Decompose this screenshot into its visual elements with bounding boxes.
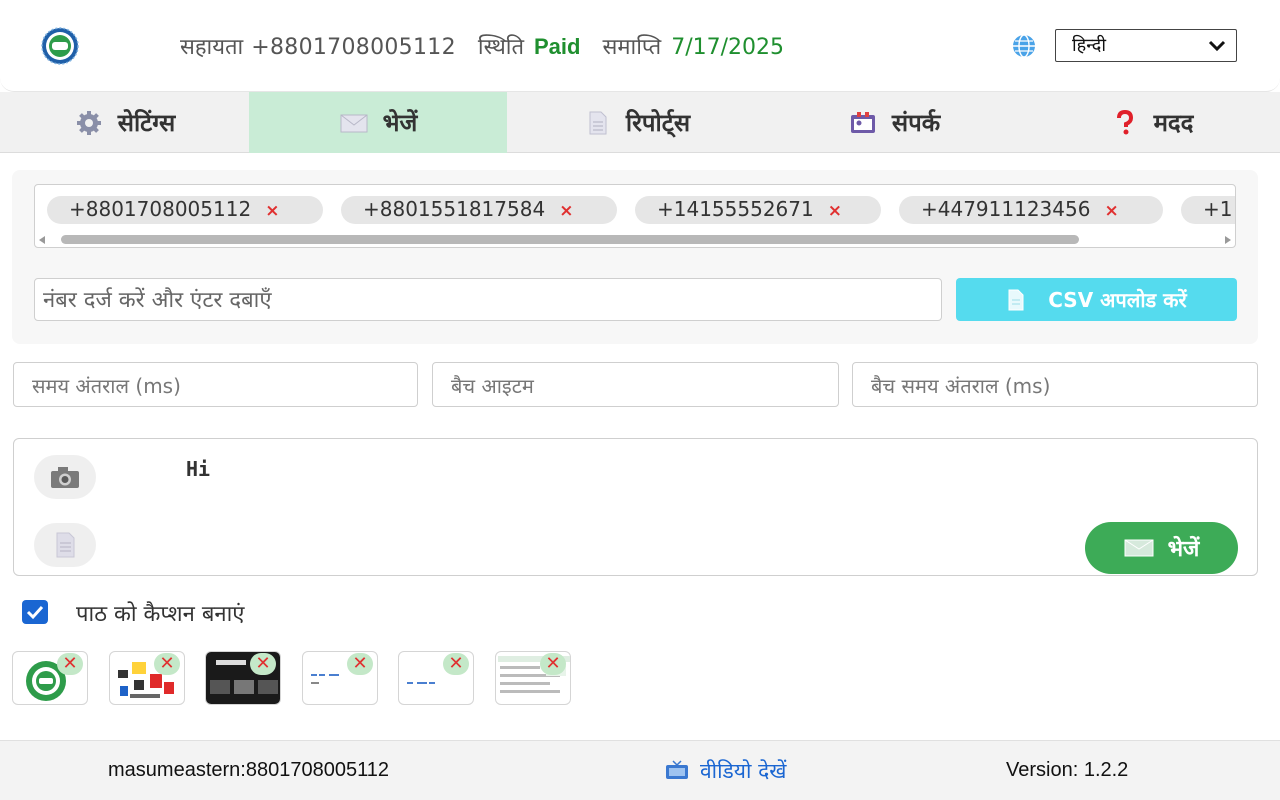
number-chip: +8801708005112 × [47, 196, 323, 224]
remove-chip-icon[interactable]: × [1104, 201, 1118, 221]
number-chip-list: +8801708005112 × +8801551817584 × +1415555… [34, 184, 1236, 248]
scroll-right-arrow-icon[interactable] [1225, 236, 1231, 244]
tab-contacts-label: संपर्क [891, 109, 941, 137]
numbers-panel: +8801708005112 × +8801551817584 × +1415555… [12, 170, 1258, 344]
tab-settings[interactable]: सेटिंग्स [0, 92, 249, 153]
attach-image-button[interactable] [34, 455, 96, 499]
header: सहायता +8801708005112 स्थिति Paid समाप्ति 7/1… [0, 0, 1280, 92]
tv-icon [666, 760, 688, 779]
chevron-down-icon [1208, 40, 1226, 52]
remove-attachment-icon[interactable]: ✕ [154, 653, 180, 675]
document-icon [589, 111, 607, 134]
number-chip-label: +8801708005112 [69, 197, 252, 221]
user-account: masumeastern:8801708005112 [108, 759, 389, 781]
send-button[interactable]: भेजें [1085, 522, 1238, 574]
gear-icon [76, 110, 101, 135]
document-icon [56, 532, 75, 558]
main-tabs: सेटिंग्स भेजें रिपोर्ट्स संपर्क मदद [0, 92, 1280, 153]
scrollbar-thumb[interactable] [61, 235, 1079, 244]
remove-attachment-icon[interactable]: ✕ [540, 653, 566, 675]
remove-chip-icon[interactable]: × [828, 201, 842, 221]
remove-attachment-icon[interactable]: ✕ [250, 653, 276, 675]
camera-icon [51, 467, 79, 488]
support-phone: +8801708005112 [251, 35, 456, 60]
tab-reports[interactable]: रिपोर्ट्स [507, 92, 765, 153]
horizontal-scrollbar[interactable] [35, 232, 1235, 247]
number-chip: +447911123456 × [899, 196, 1163, 224]
message-textarea[interactable]: Hi [186, 457, 210, 481]
remove-attachment-icon[interactable]: ✕ [443, 653, 469, 675]
version-label: Version: 1.2.2 [1006, 759, 1129, 781]
checkmark-icon [26, 605, 44, 620]
logo-emblem-icon [41, 27, 79, 65]
number-chip: +1 [1181, 196, 1235, 224]
envelope-icon [340, 114, 368, 132]
tab-send-label: भेजें [382, 109, 418, 137]
question-icon [1116, 109, 1133, 134]
caption-checkbox-label[interactable]: पाठ को कैप्शन बनाएं [76, 598, 244, 628]
expiry-date: 7/17/2025 [671, 35, 785, 60]
csv-upload-button[interactable]: CSV अपलोड करें [956, 278, 1237, 321]
caption-checkbox[interactable] [22, 600, 48, 624]
tab-contacts[interactable]: संपर्क [765, 92, 1023, 153]
remove-attachment-icon[interactable]: ✕ [57, 653, 83, 675]
globe-icon [1013, 34, 1035, 58]
tab-reports-label: रिपोर्ट्स [625, 109, 691, 137]
tab-send[interactable]: भेजें [249, 92, 507, 153]
status-badge: Paid [534, 34, 581, 59]
number-chip-label: +1 [1203, 197, 1233, 221]
footer: masumeastern:8801708005112 वीडियो देखें … [0, 740, 1280, 800]
csv-upload-label: CSV अपलोड करें [1048, 288, 1187, 312]
number-chip: +8801551817584 × [341, 196, 617, 224]
message-composer: Hi भेजें [13, 438, 1258, 576]
time-interval-input[interactable]: समय अंतराल (ms) [13, 362, 418, 407]
language-select[interactable]: हिन्दी [1055, 29, 1237, 62]
support-info: सहायता +8801708005112 स्थिति Paid समाप्ति 7/1… [180, 31, 784, 61]
remove-chip-icon[interactable]: × [265, 201, 279, 221]
attachment-thumbnail[interactable]: ✕ [302, 651, 378, 705]
tab-help-label: मदद [1153, 109, 1194, 137]
attach-document-button[interactable] [34, 523, 96, 567]
attachment-thumbnail[interactable]: ✕ [12, 651, 88, 705]
batch-items-input[interactable]: बैच आइटम [432, 362, 839, 407]
remove-chip-icon[interactable]: × [559, 201, 573, 221]
file-icon [1008, 289, 1024, 310]
number-chip-label: +8801551817584 [363, 197, 546, 221]
envelope-icon [1124, 539, 1154, 557]
support-label: सहायता [180, 35, 244, 60]
number-chip-label: +14155552671 [657, 197, 814, 221]
expiry-label: समाप्ति [602, 35, 662, 60]
watch-video-link[interactable]: वीडियो देखें [664, 757, 786, 785]
attachment-thumbnail[interactable]: ✕ [205, 651, 281, 705]
contact-card-icon [850, 111, 875, 133]
attachment-thumbnail[interactable]: ✕ [398, 651, 474, 705]
batch-interval-input[interactable]: बैच समय अंतराल (ms) [852, 362, 1258, 407]
number-chip: +14155552671 × [635, 196, 881, 224]
watch-video-label: वीडियो देखें [700, 759, 787, 783]
language-selected: हिन्दी [1072, 35, 1107, 56]
send-button-label: भेजें [1167, 537, 1200, 562]
number-chip-label: +447911123456 [921, 197, 1091, 221]
tab-settings-label: सेटिंग्स [117, 109, 176, 137]
number-input[interactable]: नंबर दर्ज करें और एंटर दबाएँ [34, 278, 942, 321]
attachment-thumbnail[interactable]: ✕ [495, 651, 571, 705]
attachment-thumbnail[interactable]: ✕ [109, 651, 185, 705]
status-label: स्थिति [477, 35, 524, 60]
tab-help[interactable]: मदद [1023, 92, 1280, 153]
scroll-left-arrow-icon[interactable] [39, 236, 45, 244]
remove-attachment-icon[interactable]: ✕ [347, 653, 373, 675]
